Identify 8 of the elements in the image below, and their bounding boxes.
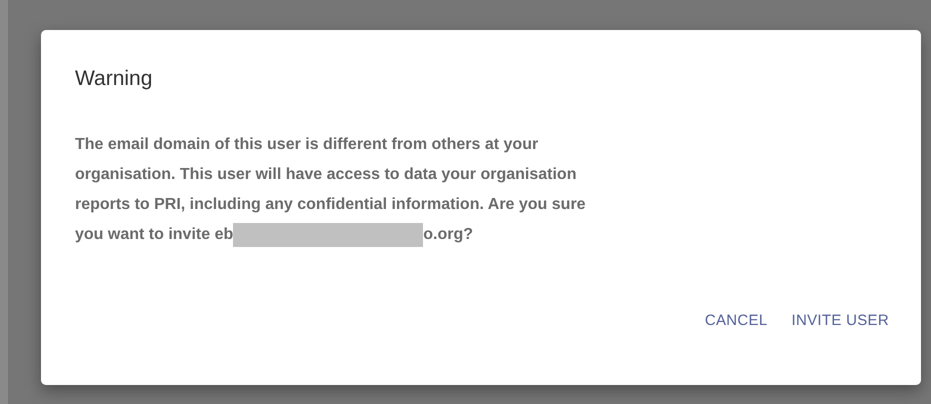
invite-user-button[interactable]: INVITE USER [784,304,897,337]
warning-message-line: o.org? [423,225,473,245]
cancel-button[interactable]: CANCEL [696,304,776,337]
warning-message-line: you want to invite eb [75,225,234,245]
warning-message-line: The email domain of this user is different from others at your [75,135,538,155]
warning-message-line: reports to PRI, including any confidential information. Are you sure [75,195,586,215]
dialog-title: Warning [75,66,154,92]
warning-message-line: organisation. This user will have access to data your organisation [75,165,576,185]
